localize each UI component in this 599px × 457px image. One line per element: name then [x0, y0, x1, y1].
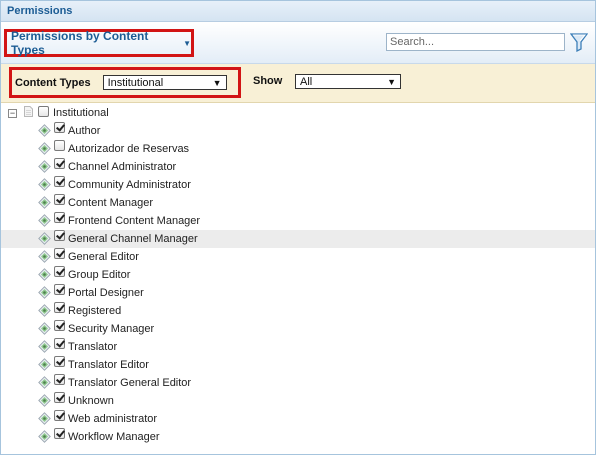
role-diamond-icon: [38, 178, 51, 191]
role-row: Content Manager: [1, 194, 595, 212]
role-row: Web administrator: [1, 410, 595, 428]
role-label: General Editor: [68, 251, 139, 263]
role-diamond-icon: [38, 430, 51, 443]
role-list: Author Autorizador de Reservas Channel Adm…: [1, 122, 595, 446]
role-diamond-icon: [38, 268, 51, 281]
role-diamond-icon: [38, 340, 51, 353]
show-label: Show: [253, 75, 283, 87]
role-diamond-icon: [38, 214, 51, 227]
role-label: Content Manager: [68, 197, 153, 209]
dropdown-arrow-icon: ▼: [387, 76, 396, 87]
collapse-minus-icon[interactable]: −: [8, 109, 17, 118]
role-checkbox[interactable]: [54, 320, 65, 331]
role-diamond-icon: [38, 124, 51, 137]
permissions-panel: Permissions Permissions by Content Types…: [0, 0, 596, 455]
role-checkbox[interactable]: [54, 428, 65, 439]
role-diamond-icon: [38, 412, 51, 425]
role-label: Translator: [68, 341, 118, 353]
panel-title: Permissions: [1, 1, 595, 22]
view-selector-label: Permissions by Content Types: [11, 29, 149, 57]
search-input[interactable]: [386, 33, 565, 51]
role-row: Registered: [1, 302, 595, 320]
role-row: Group Editor: [1, 266, 595, 284]
role-checkbox[interactable]: [54, 302, 65, 313]
role-checkbox[interactable]: [54, 158, 65, 169]
root-checkbox[interactable]: [38, 106, 49, 117]
role-row: Frontend Content Manager: [1, 212, 595, 230]
role-diamond-icon: [38, 304, 51, 317]
role-diamond-icon: [38, 376, 51, 389]
role-label: General Channel Manager: [68, 233, 198, 245]
role-diamond-icon: [38, 232, 51, 245]
role-row: Unknown: [1, 392, 595, 410]
content-types-select[interactable]: Institutional ▼: [102, 75, 227, 90]
permissions-tree: − Institutional Author Autorizador de Res…: [1, 104, 595, 446]
role-row: General Channel Manager: [1, 230, 595, 248]
role-row: Author: [1, 122, 595, 140]
toolbar: Permissions by Content Types ▼: [1, 23, 595, 64]
role-checkbox[interactable]: [54, 176, 65, 187]
role-row: Autorizador de Reservas: [1, 140, 595, 158]
show-value: All: [300, 75, 313, 88]
role-label: Channel Administrator: [68, 161, 177, 173]
content-types-label: Content Types: [15, 76, 91, 89]
role-row: Translator General Editor: [1, 374, 595, 392]
view-selector-dropdown[interactable]: Permissions by Content Types ▼: [4, 29, 194, 57]
role-row: Security Manager: [1, 320, 595, 338]
role-row: Community Administrator: [1, 176, 595, 194]
role-label: Security Manager: [68, 323, 155, 335]
role-checkbox[interactable]: [54, 266, 65, 277]
role-checkbox[interactable]: [54, 194, 65, 205]
role-label: Workflow Manager: [68, 431, 160, 443]
role-checkbox[interactable]: [54, 212, 65, 223]
role-row: Translator Editor: [1, 356, 595, 374]
role-checkbox[interactable]: [54, 248, 65, 259]
role-checkbox[interactable]: [54, 122, 65, 133]
role-diamond-icon: [38, 196, 51, 209]
role-checkbox[interactable]: [54, 284, 65, 295]
role-label: Portal Designer: [68, 287, 144, 299]
document-icon: [24, 106, 33, 117]
role-label: Frontend Content Manager: [68, 215, 201, 227]
role-row: Workflow Manager: [1, 428, 595, 446]
filter-bar: Content Types Institutional ▼ Show All ▼: [1, 64, 595, 103]
role-label: Community Administrator: [68, 179, 191, 191]
role-label: Translator General Editor: [68, 377, 192, 389]
role-row: Translator: [1, 338, 595, 356]
role-checkbox[interactable]: [54, 356, 65, 367]
role-diamond-icon: [38, 286, 51, 299]
role-checkbox[interactable]: [54, 374, 65, 385]
role-label: Web administrator: [68, 413, 158, 425]
role-diamond-icon: [38, 160, 51, 173]
role-diamond-icon: [38, 250, 51, 263]
role-diamond-icon: [38, 322, 51, 335]
role-row: Portal Designer: [1, 284, 595, 302]
dropdown-arrow-icon: ▼: [212, 77, 222, 88]
role-checkbox[interactable]: [54, 410, 65, 421]
tree-root-label: Institutional: [53, 107, 109, 119]
chevron-down-icon: ▼: [183, 38, 191, 48]
tree-root-row: − Institutional: [1, 104, 595, 122]
show-select[interactable]: All ▼: [295, 74, 401, 89]
role-checkbox[interactable]: [54, 140, 65, 151]
content-types-value: Institutional: [107, 76, 164, 89]
role-diamond-icon: [38, 358, 51, 371]
role-diamond-icon: [38, 394, 51, 407]
content-types-filter: Content Types Institutional ▼: [9, 67, 241, 98]
role-checkbox[interactable]: [54, 392, 65, 403]
role-row: Channel Administrator: [1, 158, 595, 176]
role-row: General Editor: [1, 248, 595, 266]
filter-funnel-icon[interactable]: [570, 32, 588, 52]
role-checkbox[interactable]: [54, 230, 65, 241]
role-checkbox[interactable]: [54, 338, 65, 349]
role-label: Author: [68, 125, 101, 137]
role-label: Autorizador de Reservas: [68, 143, 190, 155]
role-diamond-icon: [38, 142, 51, 155]
role-label: Registered: [68, 305, 122, 317]
role-label: Unknown: [68, 395, 114, 407]
role-label: Group Editor: [68, 269, 131, 281]
role-label: Translator Editor: [68, 359, 149, 371]
